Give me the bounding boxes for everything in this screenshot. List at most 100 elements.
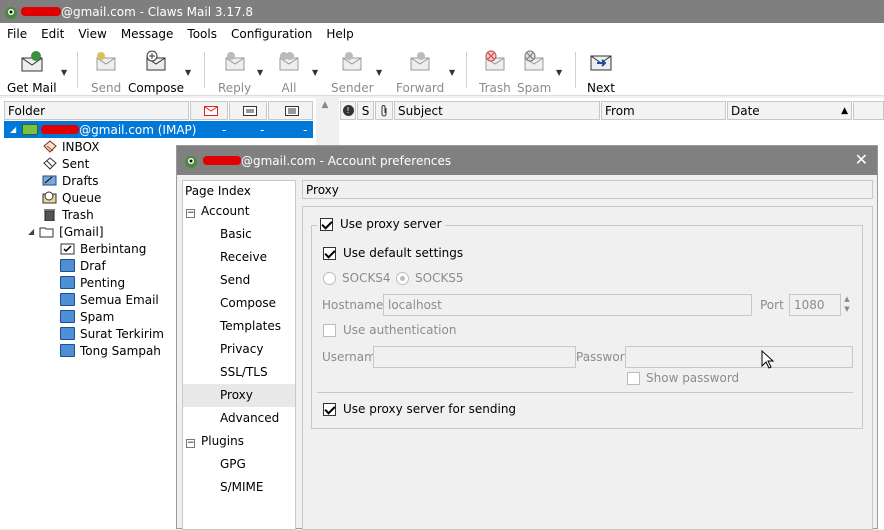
folder-icon — [60, 276, 75, 289]
menu-edit[interactable]: Edit — [34, 27, 71, 41]
mail-new-icon — [242, 105, 257, 116]
folder-row-berbintang[interactable]: Berbintang — [0, 240, 176, 257]
total-column-header[interactable] — [268, 101, 313, 120]
folder-row-surat-terkirim[interactable]: Surat Terkirim — [0, 325, 176, 342]
page-send[interactable]: Send — [220, 273, 250, 287]
password-label: Password — [576, 350, 633, 364]
folder-open-icon — [39, 227, 54, 238]
folder-row-draf[interactable]: Draf — [0, 257, 176, 274]
account-group[interactable]: − Account — [186, 204, 249, 218]
menu-tools[interactable]: Tools — [180, 27, 224, 41]
reply-sender-icon — [342, 52, 362, 71]
page-advanced[interactable]: Advanced — [220, 411, 279, 425]
account-row[interactable]: ◢ @gmail.com (IMAP) - - - — [4, 121, 313, 138]
compose-dropdown-arrow[interactable]: ▼ — [185, 68, 191, 77]
page-privacy[interactable]: Privacy — [220, 342, 263, 356]
sender-dropdown-arrow[interactable]: ▼ — [376, 68, 382, 77]
page-receive[interactable]: Receive — [220, 250, 267, 264]
folder-row-inbox[interactable]: INBOX — [0, 138, 176, 155]
forward-dropdown-arrow[interactable]: ▼ — [449, 68, 455, 77]
page-index-tree: Page Index − Account Basic Receive Send C… — [182, 180, 296, 530]
reply-all-button[interactable]: All — [276, 50, 302, 95]
expander-open-icon[interactable]: ◢ — [28, 227, 34, 236]
queue-icon — [42, 191, 57, 204]
menu-configuration[interactable]: Configuration — [224, 27, 319, 41]
close-icon[interactable]: ✕ — [855, 150, 868, 169]
page-ssl-tls[interactable]: SSL/TLS — [220, 365, 268, 379]
collapse-icon[interactable]: − — [186, 209, 195, 218]
status-column-header[interactable]: S — [357, 101, 374, 120]
folder-row-sent[interactable]: Sent — [0, 155, 176, 172]
date-column-header[interactable]: Date ▲ — [727, 101, 852, 120]
page-proxy[interactable]: Proxy — [220, 388, 253, 402]
extra-column-header[interactable] — [853, 101, 884, 120]
folder-row-spam[interactable]: Spam — [0, 308, 176, 325]
use-proxy-for-sending-checkbox[interactable]: Use proxy server for sending — [323, 402, 516, 416]
get-mail-button[interactable]: Get Mail — [7, 50, 57, 95]
spam-dropdown-arrow[interactable]: ▼ — [556, 68, 562, 77]
checkbox-checked-icon — [323, 246, 336, 260]
page-smime[interactable]: S/MIME — [220, 480, 264, 494]
trash-button[interactable]: Trash — [479, 50, 511, 95]
plugins-group[interactable]: − Plugins — [186, 434, 244, 448]
unread-column-header[interactable] — [190, 101, 228, 120]
folder-row-trash[interactable]: Trash — [0, 206, 176, 223]
folder-row-penting[interactable]: Penting — [0, 274, 176, 291]
spam-button[interactable]: Spam — [517, 50, 551, 95]
page-compose[interactable]: Compose — [220, 296, 276, 310]
compose-button[interactable]: Compose — [128, 50, 184, 95]
socks5-radio[interactable]: SOCKS5 — [396, 271, 464, 285]
toolbar-separator — [466, 52, 467, 88]
spam-icon — [524, 50, 544, 71]
all-dropdown-arrow[interactable]: ▼ — [312, 68, 318, 77]
port-spinner[interactable]: ▲ ▼ — [842, 294, 852, 316]
page-templates[interactable]: Templates — [220, 319, 281, 333]
port-input[interactable]: 1080 — [789, 294, 841, 316]
forward-button[interactable]: Forward — [396, 50, 444, 95]
toolbar: Get Mail ▼ Send Compose ▼ Reply ▼ All ▼ … — [0, 44, 884, 96]
folder-row-gmail[interactable]: ◢ [Gmail] — [0, 223, 176, 240]
reply-button[interactable]: Reply — [218, 50, 251, 95]
show-password-checkbox[interactable]: Show password — [627, 371, 739, 385]
get-mail-dropdown-arrow[interactable]: ▼ — [61, 68, 67, 77]
folder-row-drafts[interactable]: Drafts — [0, 172, 176, 189]
menu-help[interactable]: Help — [319, 27, 360, 41]
flag-column-header[interactable]: ! — [340, 101, 356, 120]
pane-splitter-handle[interactable]: ▲ — [320, 100, 330, 120]
page-basic[interactable]: Basic — [220, 227, 252, 241]
reply-sender-button[interactable]: Sender — [331, 50, 374, 95]
page-gpg[interactable]: GPG — [220, 457, 246, 471]
starred-folder-icon — [60, 243, 75, 255]
folder-row-tong-sampah[interactable]: Tong Sampah — [0, 342, 176, 359]
menu-file[interactable]: File — [0, 27, 34, 41]
folder-row-semua-email[interactable]: Semua Email — [0, 291, 176, 308]
send-icon — [96, 52, 116, 71]
hostname-input[interactable]: localhost — [383, 294, 752, 316]
expander-open-icon: ◢ — [10, 125, 17, 134]
toolbar-separator — [575, 52, 576, 88]
folder-row-queue[interactable]: Queue — [0, 189, 176, 206]
collapse-icon[interactable]: − — [186, 439, 195, 448]
app-icon — [3, 4, 19, 20]
use-authentication-checkbox[interactable]: Use authentication — [323, 323, 456, 337]
send-button[interactable]: Send — [91, 50, 121, 95]
checkbox-checked-icon — [320, 217, 333, 231]
account-preferences-dialog: @gmail.com - Account preferences ✕ Page … — [176, 145, 878, 530]
attachment-column-header[interactable] — [375, 101, 393, 120]
from-column-header[interactable]: From — [601, 101, 726, 120]
reply-dropdown-arrow[interactable]: ▼ — [257, 68, 263, 77]
username-input[interactable] — [373, 346, 576, 368]
forward-icon — [410, 52, 430, 71]
redaction-mark — [41, 125, 80, 134]
use-default-settings-checkbox[interactable]: Use default settings — [323, 246, 463, 260]
next-button[interactable]: Next — [587, 50, 615, 95]
socks4-radio[interactable]: SOCKS4 — [323, 271, 391, 285]
subject-column-header[interactable]: Subject — [394, 101, 600, 120]
mail-total-icon — [285, 105, 299, 116]
password-input[interactable] — [625, 346, 853, 368]
new-column-header[interactable] — [229, 101, 267, 120]
menu-message[interactable]: Message — [114, 27, 181, 41]
use-proxy-server-checkbox[interactable]: Use proxy server — [317, 217, 445, 231]
menu-view[interactable]: View — [71, 27, 113, 41]
folder-column-header[interactable]: Folder — [4, 101, 189, 120]
